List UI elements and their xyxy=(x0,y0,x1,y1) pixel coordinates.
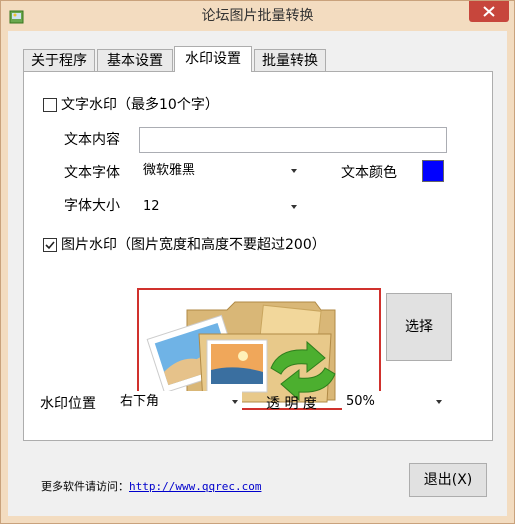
watermark-settings-panel: 文字水印（最多10个字） 文本内容 文本字体 微软雅黑 文本颜色 字体大小 12 xyxy=(23,71,493,441)
text-color-label: 文本颜色 xyxy=(341,165,397,181)
title-bar[interactable]: 论坛图片批量转换 xyxy=(1,1,514,31)
exit-button[interactable]: 退出(X) xyxy=(409,463,487,497)
checkmark-icon xyxy=(45,241,55,250)
app-window: 论坛图片批量转换 关于程序 基本设置 水印设置 批量转换 文字水印（最多10个字… xyxy=(0,0,515,524)
opacity-value: 50% xyxy=(346,394,375,409)
tab-basic-settings[interactable]: 基本设置 xyxy=(97,49,173,71)
text-watermark-checkbox[interactable] xyxy=(43,98,57,112)
close-icon xyxy=(483,6,495,17)
image-watermark-checkbox[interactable] xyxy=(43,238,57,252)
text-font-label: 文本字体 xyxy=(64,165,120,181)
window-title: 论坛图片批量转换 xyxy=(201,8,314,24)
text-font-select[interactable]: 微软雅黑 xyxy=(139,160,301,182)
text-font-value: 微软雅黑 xyxy=(143,163,196,178)
font-size-value: 12 xyxy=(143,199,160,214)
watermark-position-select[interactable]: 右下角 xyxy=(116,391,242,413)
chevron-down-icon xyxy=(291,205,297,209)
tab-watermark-settings[interactable]: 水印设置 xyxy=(174,46,252,72)
tab-about[interactable]: 关于程序 xyxy=(23,49,95,71)
chevron-down-icon xyxy=(291,169,297,173)
opacity-label: 透 明 度 xyxy=(266,396,317,412)
chevron-down-icon xyxy=(232,400,238,404)
text-content-label: 文本内容 xyxy=(64,132,120,148)
tab-batch-convert[interactable]: 批量转换 xyxy=(254,49,326,71)
opacity-select[interactable]: 50% xyxy=(342,391,446,413)
font-size-select[interactable]: 12 xyxy=(139,196,301,218)
text-watermark-label: 文字水印（最多10个字） xyxy=(61,97,219,113)
client-area: 关于程序 基本设置 水印设置 批量转换 文字水印（最多10个字） 文本内容 文本… xyxy=(8,31,507,516)
text-content-input[interactable] xyxy=(139,127,447,153)
text-color-swatch[interactable] xyxy=(422,160,444,182)
watermark-position-value: 右下角 xyxy=(120,394,160,409)
website-link[interactable]: http://www.qqrec.com xyxy=(129,480,261,493)
footer: 更多软件请访问：http://www.qqrec.com xyxy=(41,478,261,494)
watermark-position-label: 水印位置 xyxy=(40,396,96,412)
image-watermark-label: 图片水印（图片宽度和高度不要超过200） xyxy=(61,237,326,253)
close-button[interactable] xyxy=(469,1,509,22)
select-image-button[interactable]: 选择 xyxy=(386,293,452,361)
footer-text: 更多软件请访问： xyxy=(41,480,129,493)
chevron-down-icon xyxy=(436,400,442,404)
font-size-label: 字体大小 xyxy=(64,198,120,214)
